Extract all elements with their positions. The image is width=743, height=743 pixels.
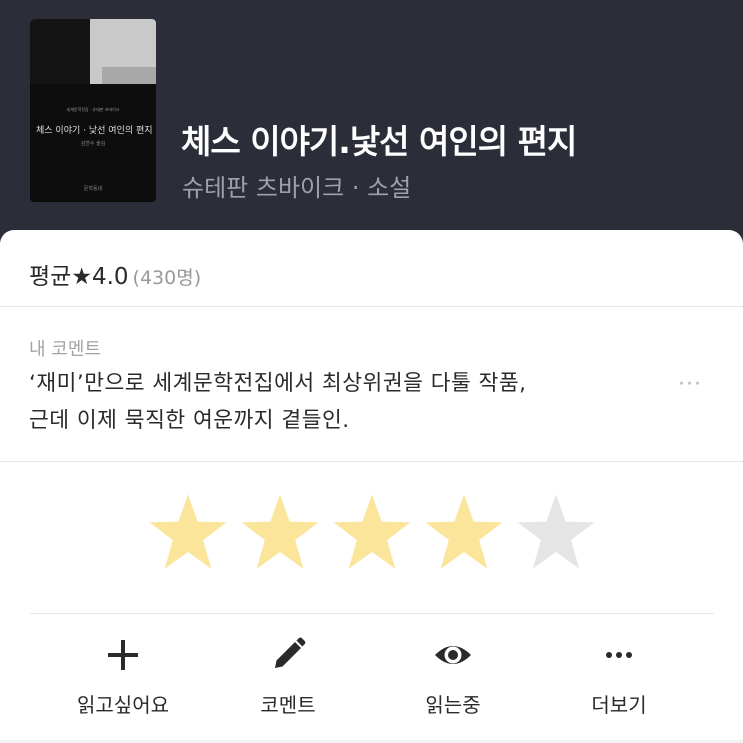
- pencil-icon: [275, 637, 306, 668]
- divider: [0, 306, 743, 307]
- cover-photo: [30, 19, 156, 84]
- star-icon: [333, 494, 411, 569]
- want-to-read-label: 읽고싶어요: [77, 693, 169, 717]
- more-button[interactable]: 더보기: [544, 635, 694, 725]
- average-rating: 평균★4.0 (430명): [29, 257, 202, 290]
- eye-icon: [435, 646, 471, 664]
- my-comment-label: 내 코멘트: [29, 339, 101, 360]
- star-icon: [241, 494, 319, 569]
- star-icon: ★: [71, 264, 92, 290]
- more-label: 더보기: [591, 693, 647, 717]
- cover-publisher-text: 문학동네: [83, 186, 103, 192]
- want-to-read-button[interactable]: 읽고싶어요: [48, 635, 198, 725]
- average-value: 4.0: [91, 264, 129, 290]
- book-subtitle: 슈테판 츠바이크 · 소설: [182, 174, 412, 202]
- rating-star-5[interactable]: [516, 492, 596, 572]
- star-icon: [425, 494, 503, 569]
- cover-series-text: 세계문학전집 · 슈테판 츠바이크: [66, 107, 120, 112]
- divider: [30, 613, 714, 614]
- cover-title-text: 체스 이야기 · 낯선 여인의 편지: [36, 126, 153, 136]
- comment-button[interactable]: 코멘트: [213, 635, 363, 725]
- rating-star-1[interactable]: [148, 492, 228, 572]
- rating-star-3[interactable]: [332, 492, 412, 572]
- plus-icon: [108, 640, 138, 670]
- cover-author-text: 김연수 옮김: [80, 141, 106, 147]
- star-icon: [517, 494, 595, 569]
- book-detail-card: 평균★4.0 (430명) 내 코멘트 ‘재미’만으로 세계문학전집에서 최상위권…: [0, 230, 743, 743]
- more-dots-icon: [606, 652, 632, 658]
- my-comment-line-2[interactable]: 근데 이제 묵직한 여운까지 곁들인.: [29, 403, 350, 434]
- book-cover[interactable]: 세계문학전집 · 슈테판 츠바이크 체스 이야기 · 낯선 여인의 편지 김연수…: [30, 19, 156, 202]
- comment-label: 코멘트: [260, 693, 316, 717]
- rating-count: (430명): [132, 267, 202, 289]
- rating-star-4[interactable]: [424, 492, 504, 572]
- my-comment-line-1[interactable]: ‘재미’만으로 세계문학전집에서 최상위권을 다툴 작품,: [29, 366, 527, 397]
- reading-label: 읽는중: [425, 693, 481, 717]
- rating-star-2[interactable]: [240, 492, 320, 572]
- my-rating-stars[interactable]: [148, 492, 598, 572]
- book-header: 세계문학전집 · 슈테판 츠바이크 체스 이야기 · 낯선 여인의 편지 김연수…: [0, 0, 743, 240]
- reading-button[interactable]: 읽는중: [378, 635, 528, 725]
- book-title: 체스 이야기.낯선 여인의 편지: [181, 122, 577, 161]
- star-icon: [149, 494, 227, 569]
- comment-more-icon[interactable]: ···: [678, 372, 702, 397]
- average-label: 평균: [29, 264, 72, 290]
- divider: [0, 461, 743, 462]
